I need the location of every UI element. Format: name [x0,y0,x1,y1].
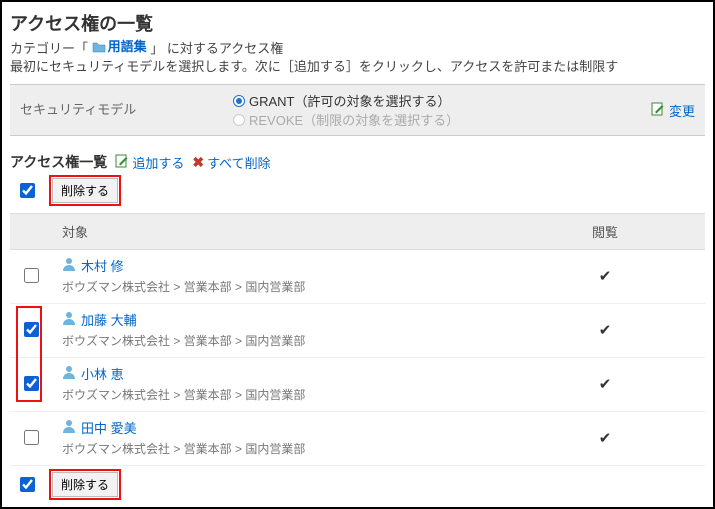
table-row: 加藤 大輔ボウズマン株式会社 > 営業本部 > 国内営業部 ✔ [10,304,705,358]
subhead-prefix: カテゴリー「 [10,41,88,56]
grant-label: GRANT（許可の対象を選択する） [249,91,451,110]
target-link[interactable]: 田中 愛美 [62,418,137,437]
target-path: ボウズマン株式会社 > 営業本部 > 国内営業部 [62,440,495,457]
toolbar-top: 削除する [10,178,705,203]
radio-revoke [233,114,245,126]
add-link[interactable]: 追加する [115,153,184,172]
target-link[interactable]: 小林 恵 [62,364,124,383]
revoke-label: REVOKE（制限の対象を選択する） [249,110,459,129]
section-head: アクセス権一覧 追加する ✖ すべて削除 [10,152,705,172]
delete-all-label: すべて削除 [207,153,271,172]
change-link[interactable]: 変更 [669,101,695,120]
table-row: 小林 恵ボウズマン株式会社 > 営業本部 > 国内営業部 ✔ [10,358,705,412]
security-model-revoke-row: REVOKE（制限の対象を選択する） [233,110,633,129]
security-model-grant-row: GRANT（許可の対象を選択する） [233,91,633,110]
master-checkbox-top[interactable] [20,183,35,198]
view-check-icon: ✔ [599,376,612,393]
target-name: 小林 恵 [81,364,124,383]
x-icon: ✖ [192,154,204,171]
target-link[interactable]: 加藤 大輔 [62,310,137,329]
permissions-table: 対象 閲覧 木村 修ボウズマン株式会社 > 営業本部 > 国内営業部✔加藤 大輔… [10,213,705,466]
radio-grant [233,95,245,107]
row-checkbox[interactable] [24,268,39,283]
table-row: 木村 修ボウズマン株式会社 > 営業本部 > 国内営業部 ✔ [10,250,705,304]
subhead: カテゴリー「 用語集 」 に対するアクセス権 最初にセキュリティモデルを選択しま… [10,38,705,76]
col-header-view: 閲覧 [505,214,705,250]
delete-all-link[interactable]: ✖ すべて削除 [192,153,270,172]
row-checkbox[interactable] [24,430,39,445]
highlight-checked-rows [16,306,42,402]
view-check-icon: ✔ [599,322,612,339]
person-icon [62,311,77,328]
col-header-checkbox [10,214,52,250]
edit-icon [651,102,665,119]
person-icon [62,419,77,436]
target-name: 加藤 大輔 [81,310,137,329]
category-link[interactable]: 用語集 [92,38,147,56]
delete-button-top[interactable]: 削除する [52,178,118,203]
view-check-icon: ✔ [599,430,612,447]
delete-button-bottom[interactable]: 削除する [52,472,118,497]
subhead-line2: 最初にセキュリティモデルを選択します。次に［追加する］をクリックし、アクセスを許… [10,59,618,74]
security-model-box: セキュリティモデル GRANT（許可の対象を選択する） REVOKE（制限の対象… [10,84,705,136]
target-link[interactable]: 木村 修 [62,256,124,275]
section-title: アクセス権一覧 [10,152,107,172]
toolbar-bottom: 削除する [10,472,705,497]
target-name: 木村 修 [81,256,124,275]
subhead-suffix: 」 に対するアクセス権 [150,41,283,56]
page-title: アクセス権の一覧 [10,10,705,36]
table-row: 田中 愛美ボウズマン株式会社 > 営業本部 > 国内営業部 ✔ [10,412,705,466]
col-header-target: 対象 [52,214,505,250]
add-label: 追加する [132,153,184,172]
master-checkbox-bottom[interactable] [20,477,35,492]
target-path: ボウズマン株式会社 > 営業本部 > 国内営業部 [62,386,495,403]
person-icon [62,257,77,274]
person-icon [62,365,77,382]
add-icon [115,154,129,171]
target-path: ボウズマン株式会社 > 営業本部 > 国内営業部 [62,278,495,295]
target-path: ボウズマン株式会社 > 営業本部 > 国内営業部 [62,332,495,349]
target-name: 田中 愛美 [81,418,137,437]
view-check-icon: ✔ [599,268,612,285]
security-model-label: セキュリティモデル [10,85,225,135]
folder-icon [92,41,106,53]
category-name: 用語集 [108,38,147,56]
